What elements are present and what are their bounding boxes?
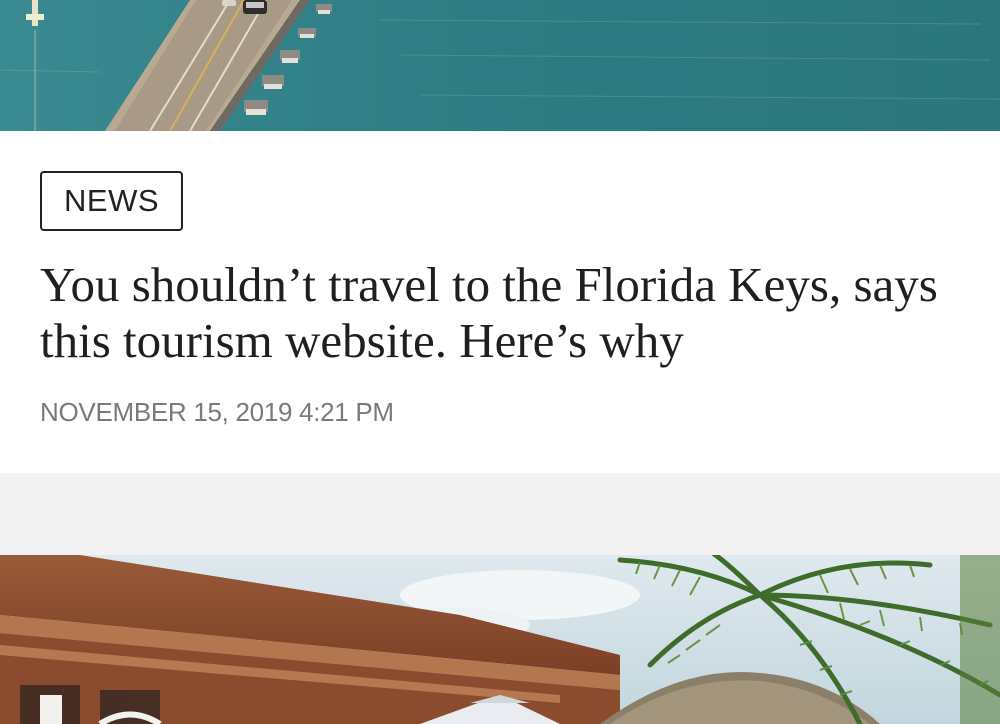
top-article-image[interactable]	[0, 0, 1000, 131]
page: NEWS You shouldn’t travel to the Florida…	[0, 0, 1000, 724]
category-badge[interactable]: NEWS	[40, 171, 183, 231]
resort-photo	[0, 555, 1000, 724]
bridge-photo	[0, 0, 1000, 131]
card-separator	[0, 473, 1000, 555]
article-card[interactable]: NEWS You shouldn’t travel to the Florida…	[0, 131, 1000, 473]
next-article-image[interactable]	[0, 555, 1000, 724]
article-timestamp: NOVEMBER 15, 2019 4:21 PM	[40, 397, 394, 427]
article-headline[interactable]: You shouldn’t travel to the Florida Keys…	[40, 257, 940, 369]
